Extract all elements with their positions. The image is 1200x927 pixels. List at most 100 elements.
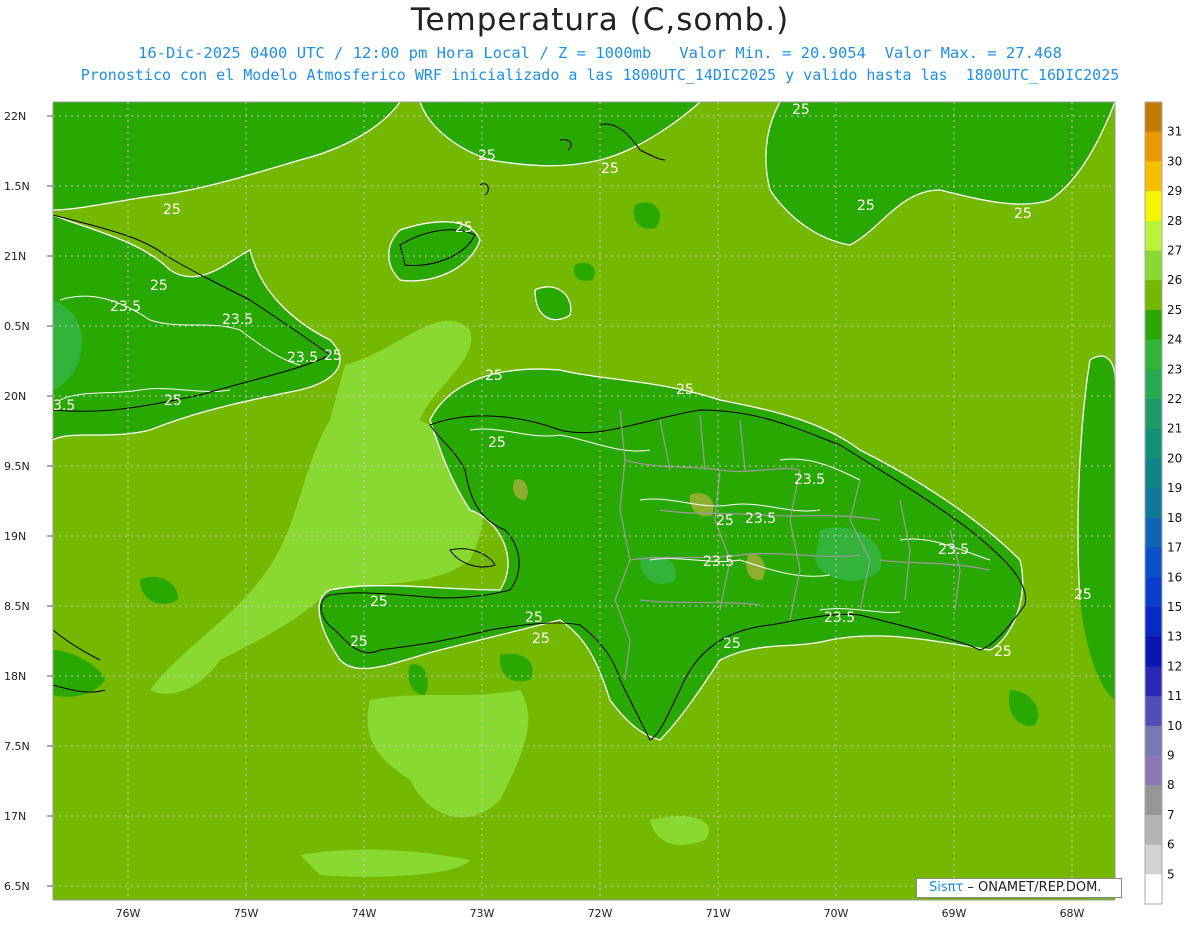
colorbar-swatch: [1145, 161, 1162, 192]
lat-label: 21N: [4, 250, 26, 263]
contour-label-25: 25: [723, 636, 741, 652]
colorbar-swatch: [1145, 636, 1162, 667]
colorbar-label: 15: [1167, 600, 1182, 614]
colorbar-label: 22: [1167, 392, 1182, 406]
contour-label-25: 25: [164, 393, 182, 409]
contour-label-25: 25: [163, 202, 181, 218]
lat-label: 9.5N: [4, 460, 30, 473]
lon-label: 75W: [234, 907, 259, 920]
colorbar-label: 23: [1167, 362, 1182, 376]
contour-label-23-5: 23.5: [824, 610, 855, 626]
lat-label: 8.5N: [4, 600, 30, 613]
colorbar-label: 6: [1167, 838, 1175, 852]
colorbar-label: 19: [1167, 481, 1182, 495]
contour-label-25: 25: [350, 634, 368, 650]
colorbar-swatch: [1145, 220, 1162, 252]
lat-label: 6.5N: [4, 880, 30, 893]
colorbar-label: 8: [1167, 778, 1175, 792]
colorbar-label: 12: [1167, 659, 1182, 673]
colorbar-label: 30: [1167, 154, 1182, 168]
colorbar-label: 28: [1167, 214, 1182, 228]
lat-label: 18N: [4, 670, 26, 683]
lat-label: 22N: [4, 110, 26, 123]
colorbar-swatch: [1145, 725, 1162, 756]
contour-label-25: 25: [478, 148, 496, 164]
colorbar-swatch: [1145, 369, 1162, 400]
contour-label-23-5: 23.5: [287, 350, 318, 366]
contour-label-23-5: 23.5: [703, 554, 734, 570]
colorbar-swatch: [1145, 696, 1162, 727]
lon-label: 68W: [1060, 907, 1085, 920]
colorbar-swatch: [1145, 517, 1162, 549]
contour-label-25: 25: [1074, 587, 1092, 603]
contour-label-3-5: 3.5: [53, 398, 75, 414]
colorbar-swatch: [1145, 102, 1162, 133]
contour-label-25: 25: [857, 198, 875, 214]
contour-label-25: 25: [792, 102, 810, 118]
colorbar-swatch: [1145, 814, 1162, 846]
lat-label: 7.5N: [4, 740, 30, 753]
contour-label-25: 25: [994, 644, 1012, 660]
colorbar-swatch: [1145, 488, 1162, 519]
contour-label-25: 25: [485, 368, 503, 384]
colorbar-label: 11: [1167, 689, 1182, 703]
colorbar-swatch: [1145, 399, 1162, 430]
colorbar-swatch: [1145, 339, 1162, 370]
credit-org: – ONAMET/REP.DOM.: [963, 880, 1102, 895]
contour-label-25: 25: [532, 631, 550, 647]
colorbar-label: 21: [1167, 422, 1182, 436]
colorbar-swatch: [1145, 458, 1162, 489]
colorbar-swatch: [1145, 309, 1162, 341]
lat-label: 0.5N: [4, 320, 30, 333]
lon-label: 76W: [116, 907, 141, 920]
colorbar-label: 29: [1167, 184, 1182, 198]
colorbar-label: 26: [1167, 273, 1182, 287]
lat-label: 1.5N: [4, 180, 30, 193]
colorbar-label: 31: [1167, 125, 1182, 139]
lat-label: 17N: [4, 810, 26, 823]
latitude-axis: 22N 1.5N 21N 0.5N 20N 9.5N 19N 8.5N 18N …: [4, 110, 30, 893]
colorbar-swatch: [1145, 428, 1162, 459]
lon-label: 70W: [824, 907, 849, 920]
lon-label: 74W: [352, 907, 377, 920]
colorbar-swatch: [1145, 191, 1162, 222]
colorbar-swatch: [1145, 547, 1162, 578]
colorbar-swatch: [1145, 250, 1162, 281]
colorbar-swatch: [1145, 280, 1162, 311]
colorbar-label: 27: [1167, 244, 1182, 258]
colorbar-swatch: [1145, 577, 1162, 608]
colorbar-swatch: [1145, 131, 1162, 162]
colorbar-swatch: [1145, 666, 1162, 697]
contour-label-25: 25: [601, 161, 619, 177]
colorbar-label: 24: [1167, 333, 1182, 347]
colorbar-label: 18: [1167, 511, 1182, 525]
contour-label-25: 25: [525, 610, 543, 626]
colorbar-label: 25: [1167, 303, 1182, 317]
contour-label-25: 25: [1014, 206, 1032, 222]
colorbar-label: 7: [1167, 808, 1175, 822]
contour-label-25: 25: [370, 594, 388, 610]
colorbar-swatch: [1145, 606, 1162, 638]
contour-label-25: 25: [455, 220, 473, 236]
contour-label-23-5: 23.5: [745, 511, 776, 527]
contour-label-25: 25: [150, 278, 168, 294]
contour-label-25: 25: [488, 435, 506, 451]
colorbar: 31 30 29 28 27 26 25 24 23 22 21 20 19 18 17 16 15 13 12 11…: [1144, 101, 1182, 905]
lon-label: 72W: [588, 907, 613, 920]
contour-label-25: 25: [676, 382, 694, 398]
colorbar-swatch: [1145, 844, 1162, 875]
contour-label-25: 25: [716, 513, 734, 529]
lon-label: 69W: [942, 907, 967, 920]
colorbar-swatch: [1145, 874, 1162, 905]
colorbar-swatch: [1145, 785, 1162, 816]
colorbar-label: 17: [1167, 541, 1182, 555]
colorbar-label: 10: [1167, 719, 1182, 733]
colorbar-label: 13: [1167, 630, 1182, 644]
contour-label-23-5: 23.5: [794, 472, 825, 488]
colorbar-label: 9: [1167, 748, 1175, 762]
longitude-axis: 76W 75W 74W 73W 72W 71W 70W 69W 68W: [116, 907, 1085, 920]
sispi-logo-text: Sisπτ: [929, 880, 964, 895]
colorbar-label: 5: [1167, 867, 1175, 881]
contour-label-23-5: 23.5: [110, 299, 141, 315]
lat-label: 19N: [4, 530, 26, 543]
